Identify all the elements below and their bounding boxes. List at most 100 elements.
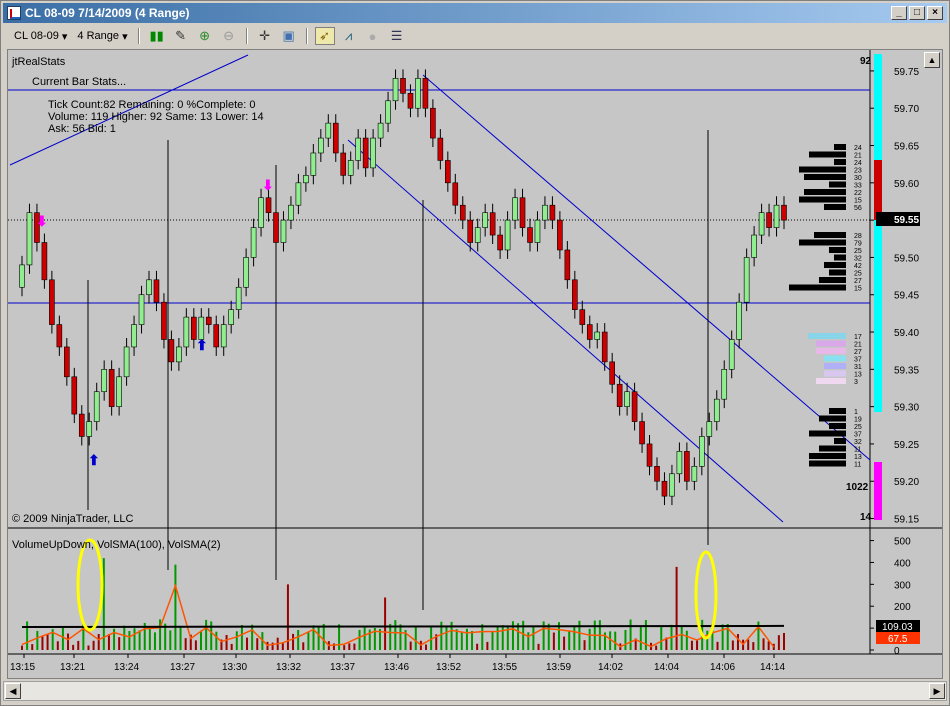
volume-profile-label: 23 bbox=[854, 168, 862, 175]
volume-profile-label: 15 bbox=[854, 286, 862, 293]
candle-down bbox=[564, 249, 571, 281]
volume-profile-label: 42 bbox=[854, 263, 862, 270]
chart-window: CL 08-09 7/14/2009 (4 Range) _ □ × CL 08… bbox=[0, 0, 950, 706]
minimize-button[interactable]: _ bbox=[891, 6, 907, 20]
volume-profile-label: 1 bbox=[854, 409, 858, 416]
volume-tick-label: 0 bbox=[894, 646, 900, 657]
candle-up bbox=[504, 219, 511, 251]
maximize-button[interactable]: □ bbox=[909, 6, 925, 20]
volume-profile-bar bbox=[824, 370, 846, 377]
chart-trader-icon[interactable]: ➶ bbox=[314, 27, 335, 45]
candle-down bbox=[459, 204, 466, 221]
candle-up bbox=[370, 137, 376, 169]
sell-arrow-icon: ⬇ bbox=[262, 177, 274, 193]
sell-arrow-icon: ⬇ bbox=[36, 213, 48, 229]
candle-down bbox=[56, 324, 63, 348]
chart-canvas[interactable]: ⬆ ⬆ ⬇ ⬇ 59.75 59.70 59.65 59.60 59.55 59.50 59.45… bbox=[8, 50, 942, 678]
volume-profile-bar bbox=[804, 174, 846, 180]
candle-down bbox=[273, 212, 279, 243]
volume-profile-label: 22 bbox=[854, 190, 862, 197]
volume-profile-bar bbox=[834, 144, 846, 150]
volume-profile-bar bbox=[799, 196, 846, 203]
candle-down bbox=[213, 324, 220, 348]
zoom-in-icon[interactable]: ⊕ bbox=[195, 27, 215, 45]
indicators-icon[interactable]: ⩘ bbox=[339, 27, 359, 45]
volume-profile-label: 37 bbox=[854, 357, 862, 364]
sma2-value-label: 67.5 bbox=[888, 634, 908, 645]
candle-up bbox=[534, 219, 541, 243]
volume-profile-label: 27 bbox=[854, 349, 862, 356]
volume-profile-bar bbox=[816, 340, 846, 347]
candle-down bbox=[64, 346, 70, 378]
horizontal-scrollbar[interactable]: ◀ ▶ bbox=[3, 681, 947, 701]
bottom-count-label: 14 bbox=[860, 512, 872, 523]
scroll-right-button[interactable]: ▶ bbox=[929, 683, 945, 699]
crosshair-icon[interactable]: ✛ bbox=[255, 27, 275, 45]
time-tick-label: 13:21 bbox=[60, 662, 85, 673]
drawing-tool-icon[interactable]: ✎ bbox=[171, 27, 191, 45]
close-button[interactable]: × bbox=[927, 6, 943, 20]
top-count-label: 92 bbox=[860, 56, 872, 67]
volume-cyan-bar bbox=[874, 54, 882, 412]
period-selector[interactable]: 4 Range ▾ bbox=[74, 27, 130, 45]
candle-up bbox=[594, 331, 601, 340]
volume-tick-label: 200 bbox=[894, 602, 911, 613]
volume-tick-label: 500 bbox=[894, 537, 911, 548]
time-tick-label: 13:30 bbox=[222, 662, 247, 673]
candle-up bbox=[743, 257, 750, 303]
candle-down bbox=[422, 78, 429, 109]
stats-line-2: Volume: 119 Higher: 92 Same: 13 Lower: 1… bbox=[48, 111, 264, 123]
volume-profile-label: 24 bbox=[854, 145, 862, 152]
toolbar-separator bbox=[137, 28, 140, 44]
volume-profile-bar bbox=[824, 262, 846, 268]
buy-arrow-icon: ⬆ bbox=[88, 452, 100, 468]
price-tick-label: 59.30 bbox=[894, 403, 919, 414]
candle-down bbox=[646, 443, 653, 467]
candle-down bbox=[579, 309, 586, 325]
chart-area[interactable]: ⬆ ⬆ ⬇ ⬇ 59.75 59.70 59.65 59.60 59.55 59.50 59.45… bbox=[7, 49, 943, 679]
chart-toolbar: CL 08-09 ▾ 4 Range ▾ ▮▮ ✎ ⊕ ⊖ ✛ ▣ ➶ ⩘ ● … bbox=[3, 25, 947, 47]
candle-down bbox=[766, 212, 772, 228]
data-box-icon[interactable]: ☰ bbox=[387, 27, 407, 45]
candle-down bbox=[332, 122, 339, 154]
volume-profile-bar bbox=[829, 269, 846, 276]
candle-down bbox=[654, 466, 660, 482]
zoom-out-icon[interactable]: ⊖ bbox=[219, 27, 239, 45]
time-tick-label: 13:24 bbox=[114, 662, 139, 673]
time-tick-label: 13:55 bbox=[492, 662, 517, 673]
candle-down bbox=[557, 219, 563, 251]
chart-app-icon bbox=[7, 6, 21, 20]
volume-panel-label: VolumeUpDown, VolSMA(100), VolSMA(2) bbox=[12, 539, 220, 551]
candle-down bbox=[609, 361, 615, 385]
volume-profile-label: 21 bbox=[854, 342, 862, 349]
candle-up bbox=[295, 182, 302, 206]
properties-icon[interactable]: ▣ bbox=[279, 27, 299, 45]
buy-arrow-icon: ⬆ bbox=[196, 337, 208, 353]
volume-profile-bar bbox=[829, 408, 846, 414]
candle-down bbox=[527, 227, 533, 243]
candle-down bbox=[78, 413, 85, 437]
period-label: 4 Range bbox=[77, 30, 120, 42]
candle-up bbox=[325, 122, 332, 139]
candle-up bbox=[280, 219, 287, 243]
volume-profile-bar bbox=[829, 423, 846, 429]
stats-title: Current Bar Stats... bbox=[32, 76, 126, 88]
scroll-left-button[interactable]: ◀ bbox=[5, 683, 21, 699]
window-title: CL 08-09 7/14/2009 (4 Range) bbox=[25, 6, 190, 20]
candle-up bbox=[243, 257, 249, 288]
candlestick-style-icon[interactable]: ▮▮ bbox=[147, 27, 167, 45]
time-tick-label: 14:06 bbox=[710, 662, 735, 673]
scroll-up-button[interactable]: ▲ bbox=[924, 52, 940, 68]
instrument-selector[interactable]: CL 08-09 ▾ bbox=[11, 27, 70, 45]
volume-profile-label: 28 bbox=[854, 233, 862, 240]
strategies-icon[interactable]: ● bbox=[363, 27, 383, 45]
highlight-ellipse bbox=[76, 538, 104, 632]
volume-profile-bar bbox=[809, 430, 846, 437]
volume-profile-label: 30 bbox=[854, 175, 862, 182]
price-tick-label: 59.40 bbox=[894, 328, 919, 339]
time-tick-label: 13:37 bbox=[330, 662, 355, 673]
volume-tick-label: 300 bbox=[894, 580, 911, 591]
mid-count-label: 1022 bbox=[846, 482, 869, 493]
title-bar[interactable]: CL 08-09 7/14/2009 (4 Range) _ □ × bbox=[3, 3, 947, 23]
candle-up bbox=[415, 78, 421, 109]
